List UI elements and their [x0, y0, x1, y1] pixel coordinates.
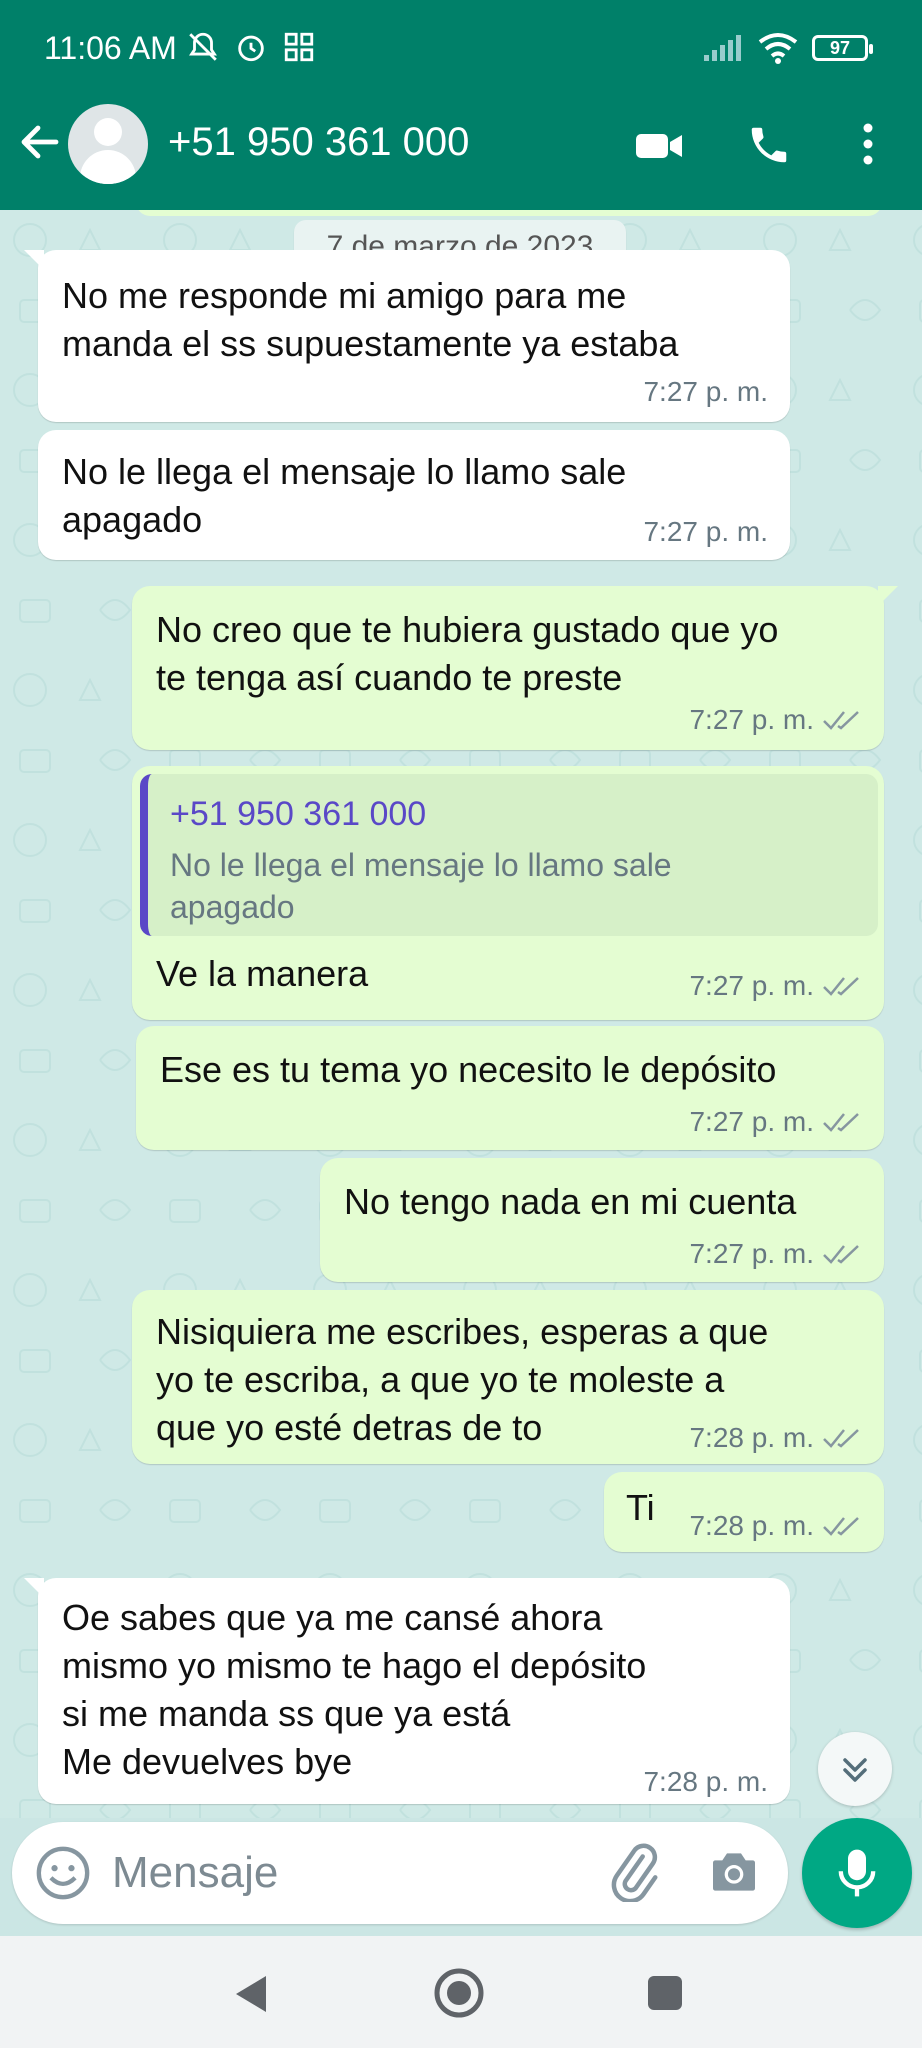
message-meta: 7:27 p. m. — [643, 508, 768, 556]
status-time: 11:06 AM — [44, 30, 177, 66]
video-call-icon[interactable] — [634, 126, 684, 166]
attach-icon[interactable] — [604, 1842, 664, 1902]
double-check-icon — [823, 711, 859, 730]
more-vert-icon[interactable] — [858, 120, 878, 168]
quoted-text: No le llega el mensaje lo llamo sale apa… — [170, 847, 672, 925]
message-text: No me responde mi amigo para me manda el… — [62, 275, 679, 364]
avatar-icon[interactable] — [68, 104, 148, 184]
message-time: 7:28 p. m. — [643, 1766, 768, 1797]
emoji-icon[interactable] — [34, 1844, 92, 1902]
message-meta: 7:28 p. m. — [643, 1758, 768, 1806]
camera-icon[interactable] — [706, 1844, 762, 1900]
quoted-message[interactable]: +51 950 361 000 No le llega el mensaje l… — [140, 774, 878, 936]
mute-bell-icon — [189, 32, 217, 61]
signal-icon — [704, 35, 741, 61]
message-bubble-outgoing-reply[interactable]: +51 950 361 000 No le llega el mensaje l… — [132, 766, 884, 1020]
previous-message-edge — [136, 210, 882, 216]
double-check-icon — [823, 977, 859, 996]
message-text: Ese es tu tema yo necesito le depósito — [160, 1049, 777, 1090]
chat-area[interactable]: 7 de marzo de 2023 No me responde mi ami… — [0, 210, 922, 1818]
message-time: 7:27 p. m. — [643, 516, 768, 547]
message-composer — [12, 1822, 788, 1924]
message-bubble-incoming[interactable]: No le llega el mensaje lo llamo sale apa… — [38, 430, 790, 560]
message-time: 7:27 p. m. — [689, 1238, 814, 1269]
message-text: No tengo nada en mi cuenta — [344, 1181, 797, 1222]
back-arrow-icon[interactable] — [16, 118, 64, 166]
double-check-icon — [823, 1113, 859, 1132]
message-meta: 7:27 p. m. — [689, 1098, 862, 1146]
mic-icon — [838, 1849, 876, 1897]
message-bubble-outgoing[interactable]: Ti 7:28 p. m. — [604, 1472, 884, 1552]
message-text: No le llega el mensaje lo llamo sale apa… — [62, 451, 627, 540]
message-bubble-incoming[interactable]: Oe sabes que ya me cansé ahora mismo yo … — [24, 1578, 790, 1806]
message-meta: 7:28 p. m. — [689, 1502, 862, 1550]
quoted-sender: +51 950 361 000 — [170, 795, 427, 833]
message-time: 7:28 p. m. — [689, 1510, 814, 1541]
nav-recents-icon[interactable] — [648, 1976, 682, 2010]
status-bar: 11:06 AM 97 — [0, 0, 922, 100]
status-right-icons: 97 — [702, 32, 873, 64]
message-meta: 7:27 p. m. — [643, 368, 768, 416]
message-meta: 7:27 p. m. — [689, 696, 862, 744]
message-bubble-outgoing[interactable]: No creo que te hubiera gustado que yo te… — [132, 586, 898, 750]
message-time: 7:27 p. m. — [689, 970, 814, 1001]
double-check-icon — [823, 1429, 859, 1448]
chevron-double-down-icon — [843, 1758, 867, 1782]
message-text: No creo que te hubiera gustado que yo te… — [156, 609, 779, 698]
message-time: 7:28 p. m. — [689, 1422, 814, 1453]
voice-record-button[interactable] — [802, 1818, 912, 1928]
phone-call-icon[interactable] — [746, 122, 792, 168]
alarm-icon — [238, 35, 264, 62]
message-bubble-outgoing[interactable]: Ese es tu tema yo necesito le depósito 7… — [136, 1026, 884, 1150]
message-text: Nisiquiera me escribes, esperas a que yo… — [156, 1311, 769, 1448]
double-check-icon — [823, 1517, 859, 1536]
nav-back-icon[interactable] — [230, 1972, 270, 2016]
message-text: Ve la manera — [156, 953, 369, 994]
contact-name[interactable]: +51 950 361 000 — [168, 120, 469, 165]
app-bar: +51 950 361 000 — [0, 100, 922, 210]
battery-icon: 97 — [812, 35, 873, 61]
status-left-icons — [186, 30, 316, 64]
message-time: 7:27 p. m. — [689, 1106, 814, 1137]
scroll-to-bottom-button[interactable] — [818, 1732, 892, 1806]
wifi-icon — [758, 33, 798, 64]
message-time: 7:27 p. m. — [689, 704, 814, 735]
system-nav-bar — [0, 1936, 922, 2048]
message-bubble-outgoing[interactable]: Nisiquiera me escribes, esperas a que yo… — [132, 1290, 884, 1464]
top-bar: 11:06 AM 97 +51 950 361 000 — [0, 0, 922, 210]
message-input[interactable] — [112, 1840, 592, 1906]
message-bubble-outgoing[interactable]: No tengo nada en mi cuenta 7:27 p. m. — [320, 1158, 884, 1282]
message-time: 7:27 p. m. — [643, 376, 768, 407]
nav-home-icon[interactable] — [432, 1966, 486, 2020]
apps-grid-icon — [284, 32, 314, 62]
message-meta: 7:27 p. m. — [689, 962, 862, 1010]
message-text: Oe sabes que ya me cansé ahora mismo yo … — [62, 1597, 647, 1782]
message-text: Ti — [626, 1487, 655, 1528]
message-meta: 7:27 p. m. — [689, 1230, 862, 1278]
double-check-icon — [823, 1245, 859, 1264]
message-meta: 7:28 p. m. — [689, 1414, 862, 1462]
message-bubble-incoming[interactable]: No me responde mi amigo para me manda el… — [24, 250, 790, 422]
